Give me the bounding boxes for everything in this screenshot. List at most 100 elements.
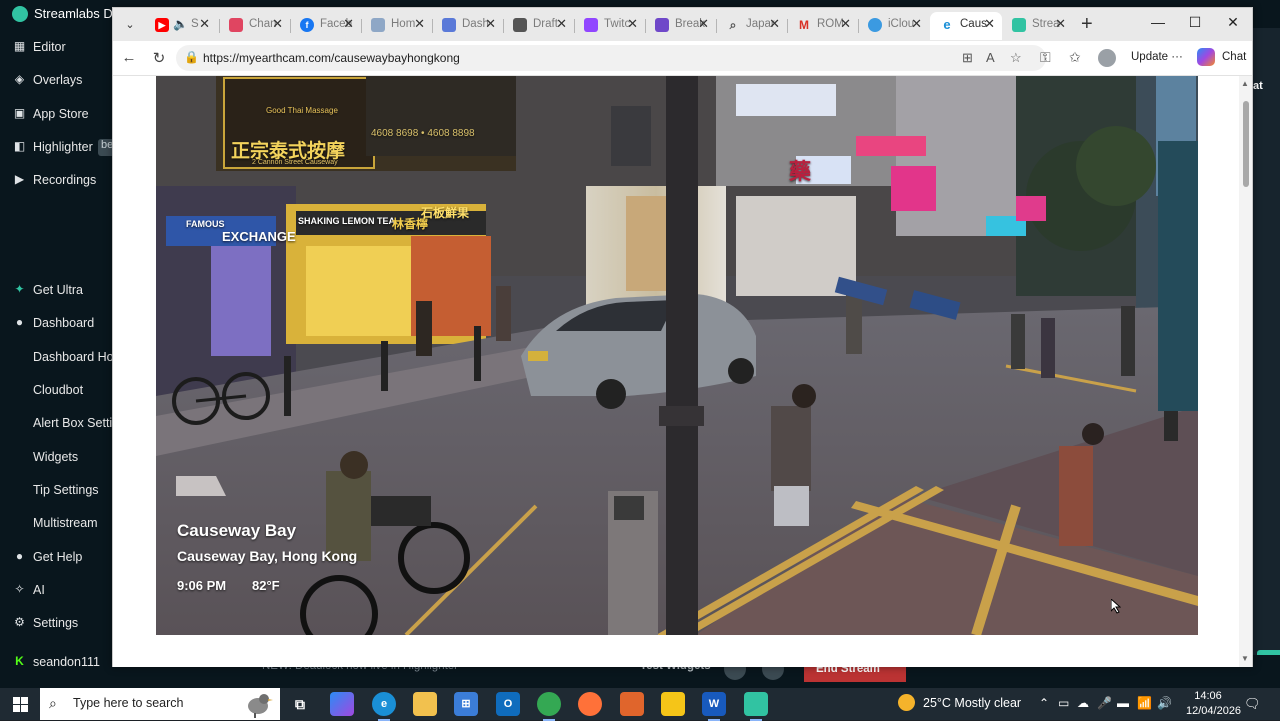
sidebar-item-widgets[interactable]: Widgets xyxy=(0,446,112,470)
task-view-icon[interactable]: ⧉ xyxy=(288,692,312,716)
sidebar-item-dashboard-home[interactable]: Dashboard Hor xyxy=(0,346,112,370)
sidebar-item-alert-box[interactable]: Alert Box Settin xyxy=(0,412,112,436)
scroll-up-icon[interactable]: ▲ xyxy=(1241,79,1249,88)
sidebar-item-overlays[interactable]: ◈ Overlays xyxy=(0,69,112,93)
kick-icon: K xyxy=(15,654,24,668)
new-tab-icon[interactable]: + xyxy=(1081,13,1093,36)
tab-youtube[interactable]: ▶ 🔈 S ✕ xyxy=(145,12,217,40)
read-aloud-icon[interactable]: A xyxy=(986,50,995,65)
battery-icon[interactable]: ▬ xyxy=(1117,696,1129,710)
back-icon[interactable]: ← xyxy=(119,49,139,66)
tab-streamlabs[interactable]: Strea ✕ xyxy=(1002,12,1073,40)
minimize-icon[interactable]: — xyxy=(1140,14,1176,30)
streamlabs-icon xyxy=(1012,18,1026,32)
store-icon[interactable]: ⊞ xyxy=(454,692,478,716)
windows-start-icon[interactable] xyxy=(13,697,28,712)
sidebar-item-tip-settings[interactable]: Tip Settings xyxy=(0,479,112,503)
sidebar-item-app-store[interactable]: ▣ App Store xyxy=(0,103,112,127)
onedrive-icon[interactable]: ☁ xyxy=(1077,696,1089,710)
tab-home[interactable]: Hom ✕ xyxy=(361,12,432,40)
taskbar-clock[interactable]: 14:06 12/04/2026 xyxy=(1186,689,1242,719)
close-tab-icon[interactable]: ✕ xyxy=(769,16,780,32)
mic-tray-icon[interactable]: 🎤 xyxy=(1097,696,1112,710)
sidebar-item-account[interactable]: Kseandon111 xyxy=(0,651,112,675)
firefox-icon[interactable] xyxy=(578,692,602,716)
wifi-icon[interactable]: 📶 xyxy=(1137,696,1152,710)
sidebar-item-highlighter[interactable]: ◧ Highlighter be xyxy=(0,136,118,160)
tab-dashboard[interactable]: Dash ✕ xyxy=(432,12,503,40)
address-bar[interactable]: 🔒 https://myearthcam.com/causewaybayhong… xyxy=(176,45,1046,71)
close-tab-icon[interactable]: ✕ xyxy=(911,16,922,32)
thai-sign-phone: 4608 8698 • 4608 8898 xyxy=(371,128,475,139)
scroll-down-icon[interactable]: ▼ xyxy=(1241,654,1249,663)
copilot-icon[interactable] xyxy=(330,692,354,716)
maximize-icon[interactable]: ☐ xyxy=(1177,14,1213,31)
sidebar-item-multistream[interactable]: Multistream xyxy=(0,512,112,536)
sidebar-item-dashboard[interactable]: ● Dashboard xyxy=(0,312,112,336)
app-orange-icon[interactable] xyxy=(620,692,644,716)
url-text[interactable]: https://myearthcam.com/causewaybayhongko… xyxy=(203,51,460,65)
sidebar-item-ai[interactable]: ✧ AI xyxy=(0,579,112,603)
tab-facebook[interactable]: f Faceb ✕ xyxy=(290,12,361,40)
webcam-video[interactable]: Good Thai Massage 正宗泰式按摩 2 Cannon Street… xyxy=(156,76,1198,635)
browser-essentials-icon[interactable]: ⚿ xyxy=(1040,49,1051,66)
site-info-icon[interactable]: 🔒 xyxy=(184,50,199,64)
tab-twitch[interactable]: Twitc ✕ xyxy=(574,12,645,40)
scrollbar-thumb[interactable] xyxy=(1243,101,1249,187)
close-tab-icon[interactable]: ✕ xyxy=(627,16,638,32)
tab-icloud[interactable]: iClou ✕ xyxy=(858,12,929,40)
tab-causeway-bay[interactable]: e Caus ✕ xyxy=(930,12,1002,40)
file-explorer-icon[interactable] xyxy=(413,692,437,716)
edge-icon: e xyxy=(943,17,951,32)
close-window-icon[interactable]: ✕ xyxy=(1215,14,1251,31)
tab-gmail[interactable]: M ROM ✕ xyxy=(787,12,858,40)
ultra-icon: ✦ xyxy=(14,282,25,296)
close-tab-icon[interactable]: ✕ xyxy=(199,16,210,32)
search-placeholder: Type here to search xyxy=(73,696,184,710)
close-tab-icon[interactable]: ✕ xyxy=(272,16,283,32)
close-tab-icon[interactable]: ✕ xyxy=(1055,16,1066,32)
profile-avatar[interactable] xyxy=(1098,49,1116,67)
sidebar-item-recordings[interactable]: ▶ Recordings xyxy=(0,169,112,193)
streamlabs-taskbar-icon[interactable] xyxy=(744,692,768,721)
notifications-icon[interactable]: 🗨 xyxy=(1244,696,1261,712)
tab-break[interactable]: Break ✕ xyxy=(645,12,716,40)
close-tab-icon[interactable]: ✕ xyxy=(984,16,995,32)
outlook-icon[interactable]: O xyxy=(496,692,520,716)
tab-japan-search[interactable]: ⌕ Japar ✕ xyxy=(716,12,787,40)
meet-icon[interactable]: ▭ xyxy=(1058,696,1069,710)
speaker-icon[interactable]: 🔈 xyxy=(173,17,188,31)
clock-date: 12/04/2026 xyxy=(1186,705,1242,717)
sidebar-item-get-ultra[interactable]: ✦ Get Ultra xyxy=(0,279,112,303)
thai-sign-en: Good Thai Massage xyxy=(266,106,338,115)
close-tab-icon[interactable]: ✕ xyxy=(343,16,354,32)
close-tab-icon[interactable]: ✕ xyxy=(485,16,496,32)
update-button[interactable]: Update ··· xyxy=(1131,51,1183,63)
favorites-icon[interactable]: ✩ xyxy=(1069,49,1081,66)
more-icon[interactable]: ··· xyxy=(1171,51,1183,63)
sidebar-item-get-help[interactable]: ● Get Help xyxy=(0,546,112,570)
tab-draft[interactable]: Draft ✕ xyxy=(503,12,574,40)
page-scrollbar[interactable]: ▲ ▼ xyxy=(1239,76,1252,667)
sidebar-item-settings[interactable]: ⚙ Settings xyxy=(0,612,112,636)
taskbar-search[interactable]: ⌕ Type here to search xyxy=(40,688,280,720)
close-tab-icon[interactable]: ✕ xyxy=(698,16,709,32)
app-available-icon[interactable]: ⊞ xyxy=(962,50,973,66)
help-icon: ● xyxy=(15,549,24,563)
close-tab-icon[interactable]: ✕ xyxy=(414,16,425,32)
tab-channel[interactable]: Chan ✕ xyxy=(219,12,290,40)
volume-icon[interactable]: 🔊 xyxy=(1157,696,1172,710)
favorite-star-icon[interactable]: ☆ xyxy=(1010,50,1022,66)
chrome-icon[interactable] xyxy=(537,692,561,721)
word-icon[interactable]: W xyxy=(702,692,726,721)
sidebar-item-cloudbot[interactable]: Cloudbot xyxy=(0,379,112,403)
refresh-icon[interactable]: ↻ xyxy=(149,49,169,67)
close-tab-icon[interactable]: ✕ xyxy=(840,16,851,32)
sticky-notes-icon[interactable] xyxy=(661,692,685,716)
mouse-cursor-icon xyxy=(1111,599,1121,614)
sidebar-item-editor[interactable]: ▦ Editor xyxy=(0,36,112,60)
close-tab-icon[interactable]: ✕ xyxy=(556,16,567,32)
edge-taskbar-icon[interactable]: e xyxy=(372,692,396,721)
tab-actions-icon[interactable]: ⌄ xyxy=(120,15,140,35)
tray-chevron-icon[interactable]: ⌃ xyxy=(1039,696,1049,710)
